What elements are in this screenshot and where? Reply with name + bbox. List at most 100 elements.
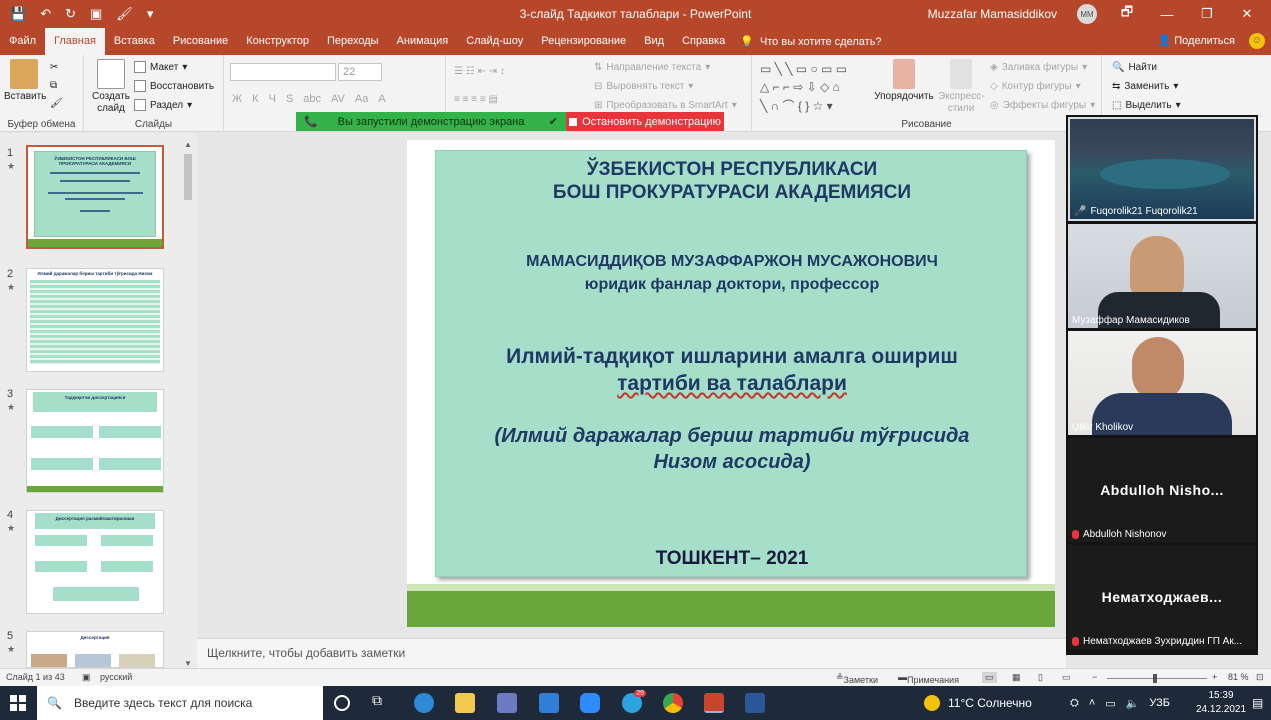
- customize-qa-icon[interactable]: ▾: [147, 6, 154, 22]
- reading-view-icon[interactable]: ▯: [1038, 672, 1043, 683]
- cortana-icon[interactable]: [334, 695, 350, 711]
- align-text-button[interactable]: ⊟ Выровнять текст ▾: [594, 78, 693, 94]
- zoom-out-icon[interactable]: −: [1092, 672, 1097, 682]
- network-icon[interactable]: ▭: [1105, 697, 1115, 710]
- cut-icon[interactable]: ✂: [50, 59, 58, 75]
- list-buttons[interactable]: ☰ ☷ ⇤ ⇥ ↕: [454, 63, 505, 79]
- strike-button[interactable]: abc: [303, 93, 321, 105]
- windows-start-icon[interactable]: [10, 695, 26, 711]
- tab-transitions[interactable]: Переходы: [318, 28, 388, 55]
- select-button[interactable]: ⬚ Выделить ▾: [1112, 97, 1181, 113]
- telegram-icon[interactable]: 29: [622, 690, 646, 713]
- layout-button[interactable]: Макет ▾: [134, 59, 187, 75]
- task-view-icon[interactable]: ⧉: [372, 692, 392, 712]
- save-icon[interactable]: 💾: [10, 6, 26, 22]
- fit-slide-icon[interactable]: ⊡: [1256, 672, 1264, 683]
- store-icon[interactable]: [497, 693, 517, 713]
- shapes-gallery-row2[interactable]: △ ⌐ ⌐ ⇨ ⇩ ◇ ⌂: [760, 79, 840, 95]
- participant-tile[interactable]: Abdulloh Nisho... Abdulloh Nishonov: [1068, 438, 1256, 542]
- tab-review[interactable]: Рецензирование: [532, 28, 635, 55]
- zoom-slider-knob[interactable]: [1153, 674, 1157, 683]
- zoom-level[interactable]: 81 %: [1228, 672, 1249, 682]
- chrome-icon[interactable]: [663, 693, 683, 713]
- tab-design[interactable]: Конструктор: [237, 28, 318, 55]
- copy-icon[interactable]: ⧉: [50, 77, 57, 93]
- shapes-gallery-row3[interactable]: ╲ ∩ ⌒ { } ☆ ▾: [760, 97, 833, 113]
- volume-icon[interactable]: 🔈: [1126, 697, 1140, 710]
- new-slide-button[interactable]: Создать слайд: [88, 59, 134, 115]
- slide-content-box[interactable]: ЎЗБЕКИСТОН РЕСПУБЛИКАСИ БОШ ПРОКУРАТУРАС…: [435, 150, 1027, 577]
- file-explorer-icon[interactable]: [455, 693, 475, 713]
- normal-view-icon[interactable]: ▭: [982, 672, 997, 683]
- edge-icon[interactable]: [414, 693, 434, 713]
- powerpoint-icon[interactable]: [704, 693, 724, 713]
- tab-file[interactable]: Файл: [0, 28, 45, 55]
- tab-draw[interactable]: Рисование: [164, 28, 237, 55]
- language-indicator[interactable]: русский: [100, 672, 132, 682]
- zoom-icon[interactable]: [580, 693, 600, 713]
- sharing-status[interactable]: 📞 Вы запустили демонстрацию экрана ✔: [296, 112, 566, 131]
- font-name-box[interactable]: [230, 63, 336, 81]
- bold-button[interactable]: Ж: [232, 93, 242, 105]
- slide-thumbnail[interactable]: Диссертация: [26, 631, 164, 668]
- shape-fill-button[interactable]: ◈ Заливка фигуры ▾: [990, 59, 1087, 75]
- zoom-in-icon[interactable]: +: [1212, 672, 1217, 682]
- present-icon[interactable]: ▣: [90, 6, 102, 22]
- share-button[interactable]: 👤 Поделиться: [1157, 28, 1235, 55]
- notification-center-icon[interactable]: ▤: [1252, 696, 1263, 710]
- participant-tile[interactable]: Utkir Kholikov: [1068, 331, 1256, 435]
- text-direction-button[interactable]: ⇅ Направление текста ▾: [594, 59, 710, 75]
- replace-button[interactable]: ⇆ Заменить ▾: [1112, 78, 1178, 94]
- stop-sharing-button[interactable]: Остановить демонстрацию: [566, 112, 724, 131]
- slide-thumbnail[interactable]: Илмий даражалар бериш тартиби тўғрисида …: [26, 268, 164, 372]
- spellcheck-icon[interactable]: ▣: [82, 672, 91, 683]
- comments-toggle-button[interactable]: ▬ Примечания: [898, 672, 959, 685]
- tab-home[interactable]: Главная: [45, 28, 105, 55]
- user-name[interactable]: Muzzafar Mamasiddikov: [928, 7, 1057, 21]
- notes-pane[interactable]: Щелкните, чтобы добавить заметки: [197, 638, 1066, 668]
- align-buttons[interactable]: ≡ ≡ ≡ ≡ ▤: [454, 91, 498, 107]
- tray-overflow-icon[interactable]: ˄: [1089, 697, 1095, 709]
- slideshow-view-icon[interactable]: ▭: [1062, 672, 1071, 683]
- scroll-down-icon[interactable]: ▼: [184, 659, 192, 668]
- font-color-button[interactable]: A: [378, 93, 385, 105]
- shape-outline-button[interactable]: ◇ Контур фигуры ▾: [990, 78, 1081, 94]
- slide-thumbnail[interactable]: Тадқиқотчи диссертацияси: [26, 389, 164, 493]
- smartart-button[interactable]: ⊞ Преобразовать в SmartArt ▾: [594, 97, 737, 113]
- avatar[interactable]: MM: [1077, 4, 1097, 24]
- current-slide[interactable]: ЎЗБЕКИСТОН РЕСПУБЛИКАСИ БОШ ПРОКУРАТУРАС…: [407, 140, 1055, 627]
- scrollbar-thumb[interactable]: [184, 154, 192, 200]
- reset-button[interactable]: Восстановить: [134, 78, 214, 94]
- word-icon[interactable]: [745, 693, 765, 713]
- thumbnail-scrollbar[interactable]: ▲ ▼: [182, 140, 194, 668]
- participant-tile[interactable]: Музаффар Мамасидиков: [1068, 224, 1256, 328]
- format-painter-icon[interactable]: 🖌: [50, 95, 63, 111]
- tab-help[interactable]: Справка: [673, 28, 734, 55]
- tab-slideshow[interactable]: Слайд-шоу: [457, 28, 532, 55]
- notes-toggle-button[interactable]: ≗ Заметки: [836, 672, 878, 685]
- redo-icon[interactable]: ↻: [65, 6, 76, 22]
- undo-icon[interactable]: ↶: [40, 6, 51, 22]
- spacing-button[interactable]: AV: [331, 93, 345, 105]
- brush-icon[interactable]: 🖌: [116, 6, 133, 22]
- shapes-gallery[interactable]: ▭ ╲ ╲ ▭ ○ ▭ ▭: [760, 61, 847, 77]
- minimize-button[interactable]: —: [1157, 7, 1177, 22]
- quick-styles-button[interactable]: Экспресс-стили: [938, 59, 985, 115]
- scroll-up-icon[interactable]: ▲: [184, 140, 192, 149]
- arrange-button[interactable]: Упорядочить: [872, 59, 936, 103]
- taskbar-search-box[interactable]: 🔍 Введите здесь текст для поиска: [37, 686, 323, 720]
- maximize-button[interactable]: ❐: [1197, 6, 1217, 22]
- italic-button[interactable]: К: [252, 93, 258, 105]
- shape-effects-button[interactable]: ◎ Эффекты фигуры ▾: [990, 97, 1095, 113]
- weather-widget[interactable]: 11°C Солнечно: [924, 686, 1032, 720]
- input-language[interactable]: УЗБ: [1149, 697, 1170, 709]
- tab-animations[interactable]: Анимация: [388, 28, 458, 55]
- participant-tile[interactable]: Нематходжаев... Нематходжаев Зухриддин Г…: [1068, 545, 1256, 649]
- tab-insert[interactable]: Вставка: [105, 28, 164, 55]
- slide-thumbnail[interactable]: ЎЗБЕКИСТОН РЕСПУБЛИКАСИ БОШ ПРОКУРАТУРАС…: [26, 145, 164, 249]
- mail-icon[interactable]: [539, 693, 559, 713]
- slide-thumbnail[interactable]: Диссертация расмийлаштирилиши: [26, 510, 164, 614]
- tell-me-box[interactable]: 💡 Что вы хотите сделать?: [740, 28, 881, 55]
- close-button[interactable]: ✕: [1237, 6, 1257, 22]
- ribbon-display-icon[interactable]: 🗗: [1117, 3, 1137, 25]
